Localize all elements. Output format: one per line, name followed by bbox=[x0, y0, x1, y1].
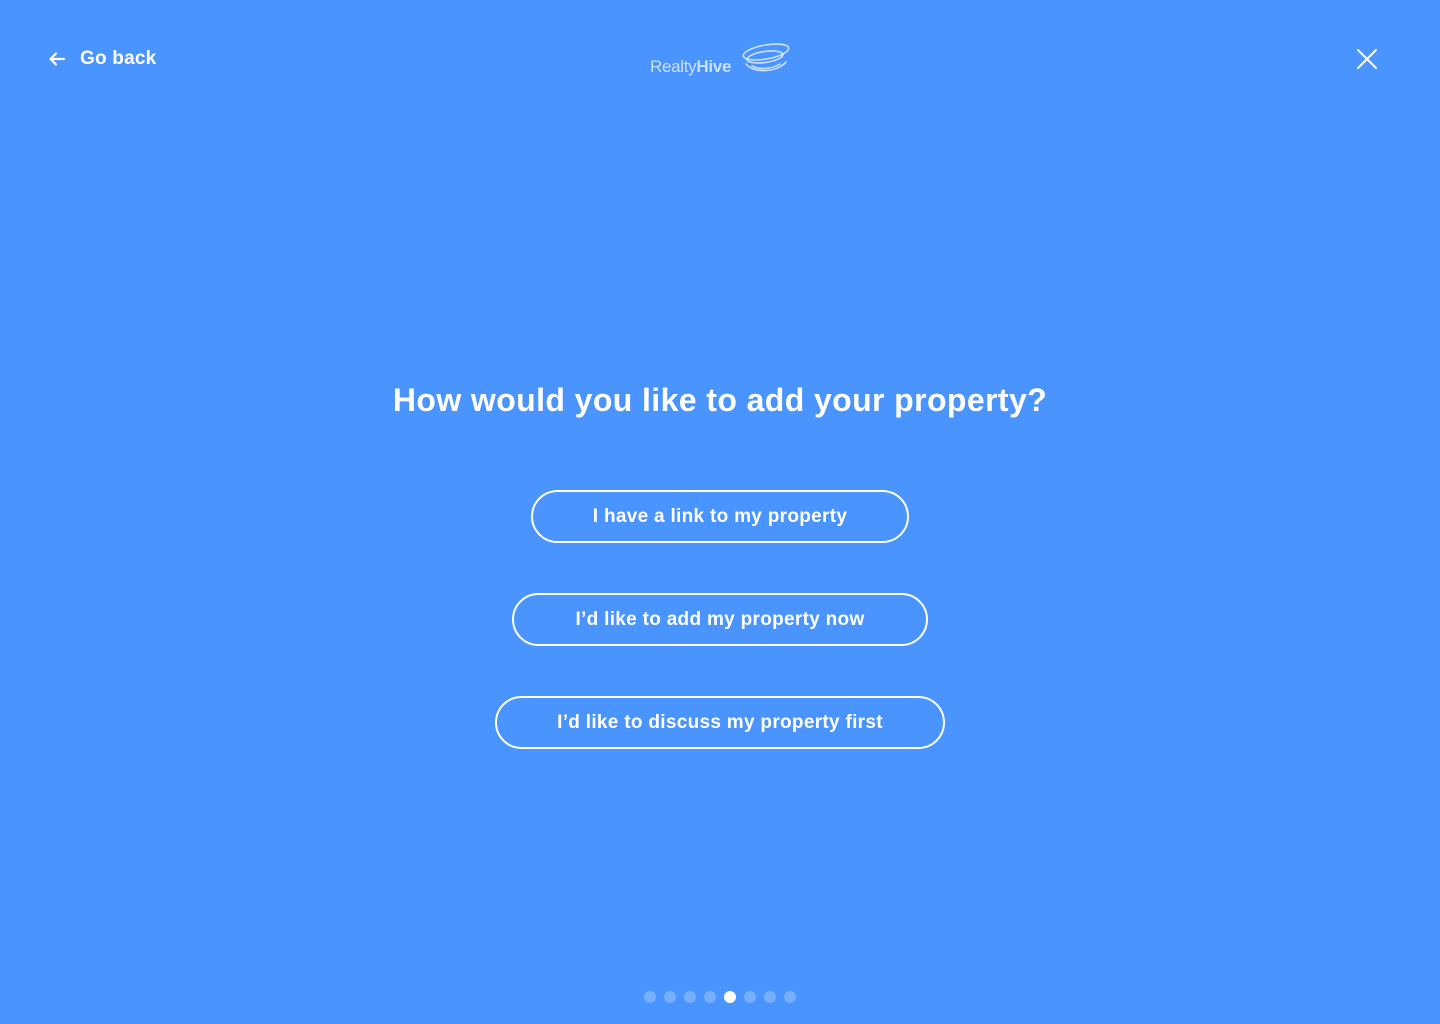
close-icon bbox=[1357, 49, 1377, 69]
realtyhive-logo: RealtyHive bbox=[650, 40, 792, 80]
go-back-button[interactable]: Go back bbox=[48, 46, 156, 72]
page-title: How would you like to add your property? bbox=[392, 382, 1048, 418]
step-pagination bbox=[0, 991, 1440, 1003]
go-back-label: Go back bbox=[80, 48, 157, 69]
step-dot[interactable] bbox=[664, 991, 676, 1003]
logo-text-bold: Hive bbox=[696, 57, 732, 76]
step-dot[interactable] bbox=[684, 991, 696, 1003]
step-dot[interactable] bbox=[704, 991, 716, 1003]
arrow-left-icon bbox=[48, 50, 66, 68]
step-dot[interactable] bbox=[644, 991, 656, 1003]
close-button[interactable] bbox=[1355, 47, 1379, 71]
step-dot[interactable] bbox=[764, 991, 776, 1003]
option-discuss-first-button[interactable]: I’d like to discuss my property first bbox=[495, 696, 945, 749]
logo-wordmark: RealtyHive bbox=[650, 58, 731, 75]
step-dot[interactable] bbox=[784, 991, 796, 1003]
logo-text-light: Realty bbox=[650, 57, 697, 76]
option-have-link-button[interactable]: I have a link to my property bbox=[531, 490, 909, 543]
onboarding-page: Go back RealtyHive How would you like to… bbox=[0, 0, 1440, 1024]
option-add-now-button[interactable]: I’d like to add my property now bbox=[512, 593, 928, 646]
step-dot-active[interactable] bbox=[724, 991, 736, 1003]
step-dot[interactable] bbox=[744, 991, 756, 1003]
swirl-logo-icon bbox=[740, 40, 792, 76]
